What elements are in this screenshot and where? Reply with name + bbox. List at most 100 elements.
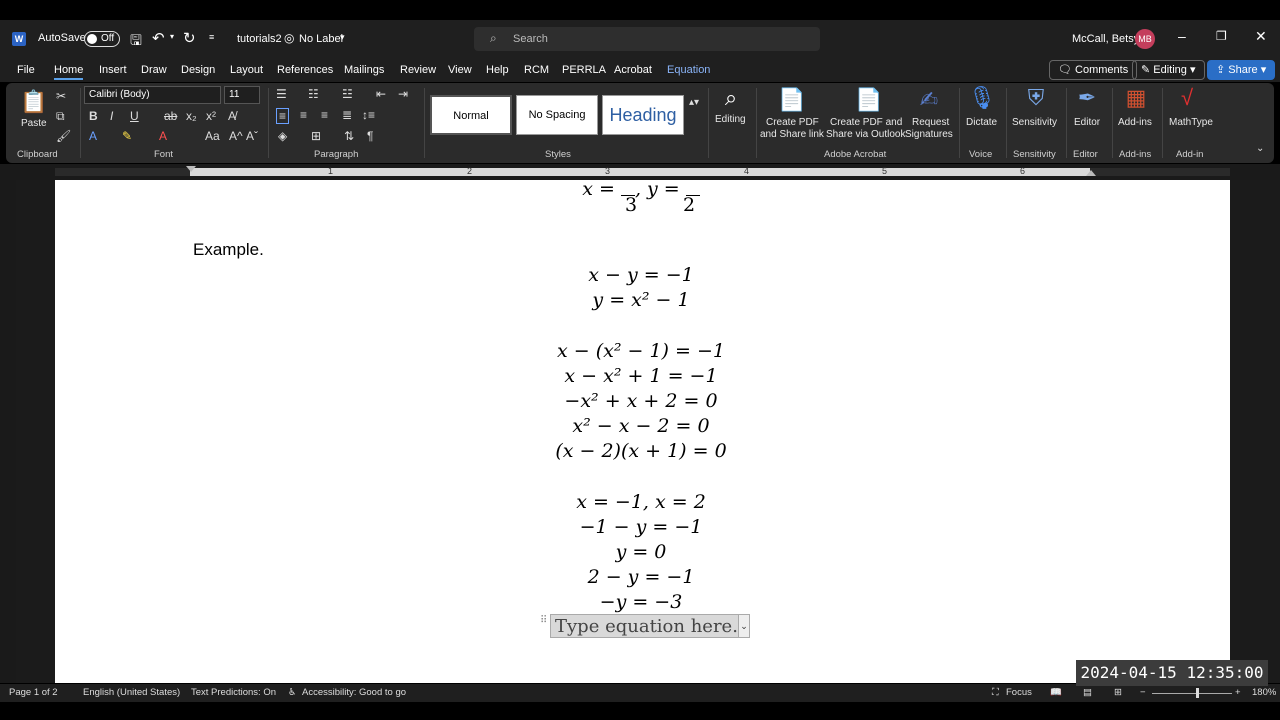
zoom-out-icon[interactable]: − [1140,687,1146,698]
sensitivity-label[interactable]: No Label [299,33,343,45]
horizontal-ruler[interactable]: 1 2 3 4 5 6 [0,164,1280,180]
equation-top-fraction[interactable]: x = , y = [491,180,791,200]
text-effects-icon[interactable]: A [89,129,97,143]
editing-label[interactable]: Editing [715,114,746,125]
save-icon[interactable]: 🖫 [130,30,142,54]
create-pdf-link-line1[interactable]: Create PDF [766,117,819,128]
paste-label[interactable]: Paste [21,118,47,129]
shrink-font-icon[interactable]: Aˇ [246,129,258,143]
text-predictions[interactable]: Text Predictions: On [191,687,276,698]
equation-line[interactable]: −y = −3 [491,591,791,613]
user-name[interactable]: McCall, Betsy [1072,33,1139,45]
tab-help[interactable]: Help [486,64,509,76]
focus-mode[interactable]: Focus [1006,687,1032,698]
strikethrough-icon[interactable]: ab [164,109,177,123]
dictate-label[interactable]: Dictate [966,117,997,128]
underline-icon[interactable]: U [130,109,139,123]
highlight-icon[interactable]: ✎ [122,129,132,143]
equation-line[interactable]: x² − x − 2 = 0 [491,415,791,437]
sensitivity-label-icon[interactable]: ◎ [284,31,294,45]
pdf-link-icon[interactable]: 📄 [778,87,805,113]
mathtype-label[interactable]: MathType [1169,117,1213,128]
collapse-ribbon-icon[interactable]: ⌄ [1256,143,1264,154]
styles-scroll-icon[interactable]: ▴▾ [689,97,699,108]
equation-line[interactable]: y = 0 [491,541,791,563]
tab-references[interactable]: References [277,64,333,76]
close-icon[interactable]: ✕ [1255,28,1267,45]
sensitivity-label[interactable]: Sensitivity [1012,117,1057,128]
create-pdf-outlook-line2[interactable]: Share via Outlook [826,129,906,140]
font-name-select[interactable]: Calibri (Body) [84,86,221,104]
zoom-slider-thumb[interactable] [1196,688,1199,698]
equation-line[interactable]: y = x² − 1 [491,289,791,311]
equation-line[interactable]: −1 − y = −1 [491,516,791,538]
sensitivity-icon[interactable]: ⛨ [1023,85,1049,111]
tab-home[interactable]: Home [54,64,84,80]
tab-mailings[interactable]: Mailings [344,64,384,76]
bullets-icon[interactable]: ☰ [276,87,287,101]
bold-icon[interactable]: B [89,109,98,123]
addins-icon[interactable]: ▦ [1123,85,1149,111]
label-dropdown-icon[interactable]: ▾ [340,32,345,43]
change-case-icon[interactable]: Aa [205,129,220,143]
editing-search-icon[interactable]: ⌕ [718,85,744,111]
right-indent-marker[interactable] [1086,170,1096,176]
align-left-icon[interactable]: ≡ [276,108,290,124]
borders-icon[interactable]: ⊞ [311,129,321,143]
create-pdf-link-line2[interactable]: and Share link [760,129,824,140]
zoom-slider[interactable] [1152,693,1232,694]
subscript-icon[interactable]: x₂ [186,109,197,123]
read-mode-icon[interactable]: 📖 [1050,687,1062,698]
equation-placeholder[interactable]: Type equation here. [550,614,750,638]
page-count[interactable]: Page 1 of 2 [9,687,58,698]
editing-mode-button[interactable]: ✎ Editing ▾ [1132,60,1205,80]
request-signatures-line2[interactable]: Signatures [905,129,953,140]
show-formatting-icon[interactable]: ¶ [367,129,373,143]
zoom-level[interactable]: 180% [1252,687,1276,698]
align-right-icon[interactable]: ≡ [321,108,328,122]
equation-line[interactable]: 2 − y = −1 [491,566,791,588]
tab-draw[interactable]: Draw [141,64,167,76]
tab-rcm[interactable]: RCM [524,64,549,76]
italic-icon[interactable]: I [110,109,113,123]
share-button[interactable]: ⇪ Share ▾ [1207,60,1276,80]
tab-design[interactable]: Design [181,64,215,76]
copy-icon[interactable]: ⧉ [56,109,65,124]
style-normal[interactable]: Normal [430,95,512,135]
tab-equation[interactable]: Equation [667,64,710,76]
undo-dropdown-icon[interactable]: ▾ [170,32,174,41]
equation-line[interactable]: x − (x² − 1) = −1 [491,340,791,362]
pdf-outlook-icon[interactable]: 📄 [855,87,882,113]
document-name[interactable]: tutorials2 [237,33,282,45]
tab-insert[interactable]: Insert [99,64,127,76]
numbering-icon[interactable]: ☷ [308,87,319,101]
font-size-select[interactable]: 11 [224,86,260,104]
tab-layout[interactable]: Layout [230,64,263,76]
addins-label[interactable]: Add-ins [1118,117,1152,128]
request-signatures-line1[interactable]: Request [912,117,949,128]
language[interactable]: English (United States) [83,687,180,698]
grow-font-icon[interactable]: A^ [229,129,243,143]
shading-icon[interactable]: ◈ [278,129,287,143]
zoom-in-icon[interactable]: + [1235,687,1241,698]
editor-label[interactable]: Editor [1074,117,1100,128]
paste-icon[interactable]: 📋 [20,89,47,117]
tab-review[interactable]: Review [400,64,436,76]
signature-icon[interactable]: ✍ [916,87,942,113]
equation-line[interactable]: −x² + x + 2 = 0 [491,390,791,412]
microphone-icon[interactable]: 🎙 [968,85,996,111]
equation-line[interactable]: x − x² + 1 = −1 [491,365,791,387]
search-box[interactable]: ⌕ Search [474,27,820,51]
equation-line[interactable]: x = −1, x = 2 [491,491,791,513]
mathtype-icon[interactable]: √ [1174,85,1200,111]
align-center-icon[interactable]: ≡ [300,108,307,122]
superscript-icon[interactable]: x² [206,109,216,123]
equation-options-icon[interactable]: ⌄ [738,614,750,638]
equation-line[interactable]: (x − 2)(x + 1) = 0 [491,440,791,462]
create-pdf-outlook-line1[interactable]: Create PDF and [830,117,902,128]
increase-indent-icon[interactable]: ⇥ [398,87,408,101]
equation-handle-icon[interactable]: ⠿ [540,615,547,626]
decrease-indent-icon[interactable]: ⇤ [376,87,386,101]
accessibility-status[interactable]: Accessibility: Good to go [302,687,406,698]
document-page[interactable]: x = , y = 3 2 Example. x − y = −1 y = x²… [55,180,1230,683]
